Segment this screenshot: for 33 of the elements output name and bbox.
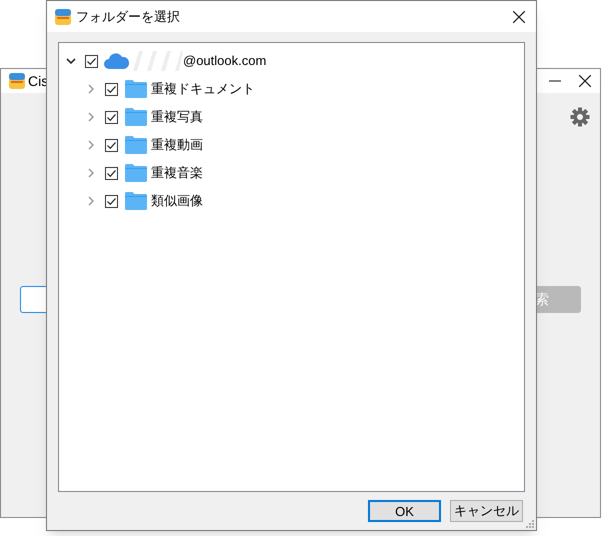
cloud-icon xyxy=(104,53,128,69)
dialog-button[interactable]: キャンセル xyxy=(450,500,523,522)
chevron-right-icon[interactable] xyxy=(88,84,94,94)
checkbox[interactable] xyxy=(104,138,118,152)
account-label[interactable]: @outlook.com xyxy=(183,51,266,71)
folder-icon xyxy=(125,192,147,210)
checkbox[interactable] xyxy=(104,82,118,96)
checkbox[interactable] xyxy=(84,54,98,68)
folder-icon xyxy=(125,136,147,154)
close-icon[interactable] xyxy=(579,75,591,87)
folder-icon xyxy=(125,108,147,126)
folder-label[interactable]: 類似画像 xyxy=(151,191,203,211)
folder-label[interactable]: 重複ドキュメント xyxy=(151,79,255,99)
checkbox[interactable] xyxy=(104,110,118,124)
app-icon xyxy=(55,8,71,24)
folder-label[interactable]: 重複写真 xyxy=(151,107,203,127)
chevron-right-icon[interactable] xyxy=(88,196,94,206)
folder-label[interactable]: 重複音楽 xyxy=(151,163,203,183)
chevron-down-icon[interactable] xyxy=(66,58,76,64)
checkbox[interactable] xyxy=(104,194,118,208)
checkbox[interactable] xyxy=(104,166,118,180)
dialog-title: フォルダーを選択 xyxy=(76,8,180,26)
resize-grip-icon[interactable] xyxy=(526,520,534,528)
dialog-button[interactable]: OK xyxy=(368,500,441,522)
close-icon[interactable] xyxy=(513,10,525,22)
app-icon xyxy=(9,73,25,89)
folder-icon xyxy=(125,164,147,182)
settings-icon[interactable] xyxy=(570,107,590,127)
chevron-right-icon[interactable] xyxy=(88,168,94,178)
chevron-right-icon[interactable] xyxy=(88,140,94,150)
chevron-right-icon[interactable] xyxy=(88,112,94,122)
folder-icon xyxy=(125,80,147,98)
folder-label[interactable]: 重複動画 xyxy=(151,135,203,155)
